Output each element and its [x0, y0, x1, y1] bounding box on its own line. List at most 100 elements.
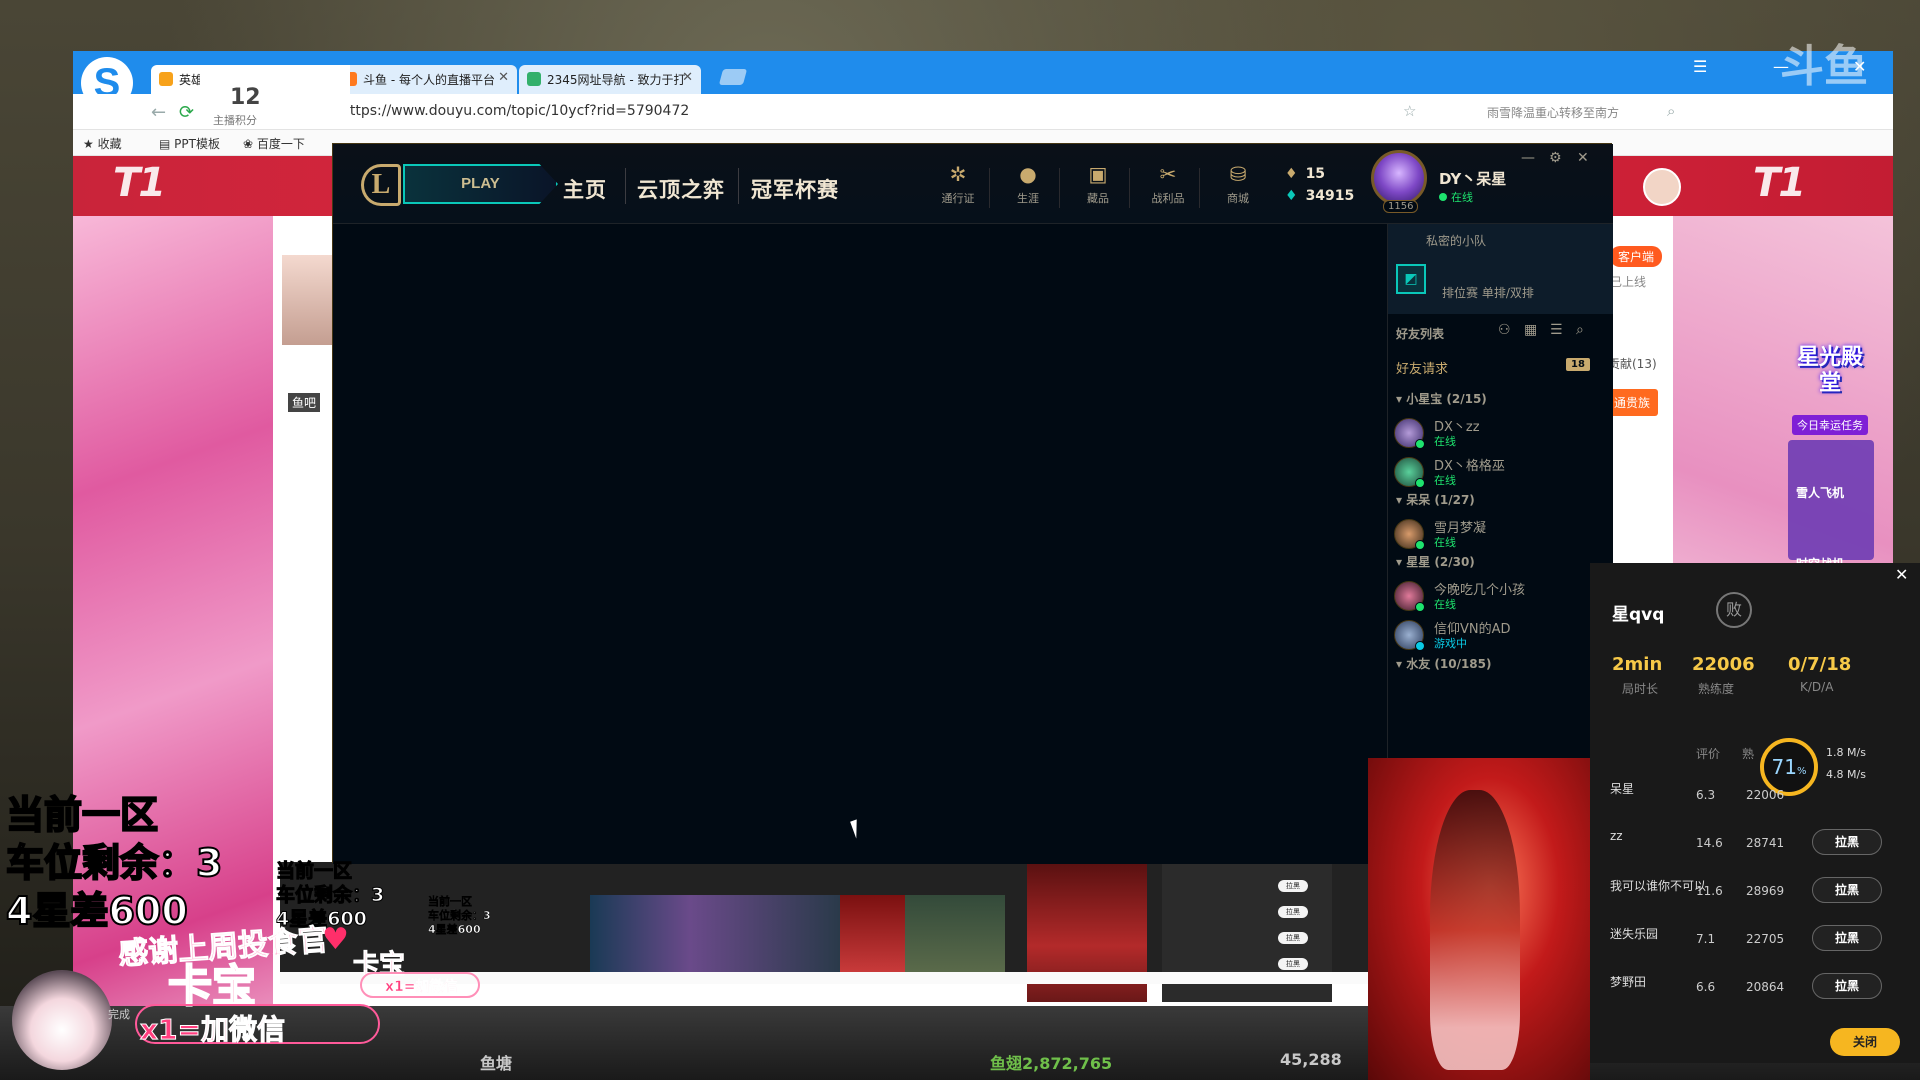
profile-status: 在线 — [1439, 189, 1473, 205]
row-rating: 11.6 — [1696, 884, 1723, 898]
table-row: 迷失乐园 — [1610, 927, 1659, 941]
friend-group-header[interactable]: ▾ 小星宝 (2/15) — [1396, 390, 1487, 407]
search-icon[interactable]: ⌕ — [1667, 102, 1675, 120]
block-button[interactable]: 拉黑 — [1812, 925, 1882, 951]
pass-button[interactable]: ✲ 通行证 — [929, 162, 987, 214]
window-menu-icon[interactable]: ☰ — [1693, 57, 1707, 76]
friend-requests[interactable]: 好友请求 — [1396, 358, 1448, 377]
bookmark-ppt[interactable]: ▤ PPT模板 — [159, 135, 220, 152]
friend-requests-count: 18 — [1566, 358, 1590, 371]
store-button[interactable]: ⛁ 商城 — [1209, 162, 1267, 214]
refresh-icon[interactable]: ⟳ — [179, 102, 194, 123]
user-avatar[interactable] — [1643, 168, 1681, 206]
row-rating: 14.6 — [1696, 836, 1723, 850]
tab-close-icon[interactable]: ✕ — [498, 70, 509, 85]
bookmark-favorites[interactable]: ★ 收藏 — [83, 135, 122, 152]
close-icon[interactable]: ✕ — [1577, 150, 1589, 166]
nav-clash[interactable]: 冠军杯赛 — [751, 174, 839, 204]
mini-pull-button: 拉黑 — [1278, 932, 1308, 944]
party-mode[interactable]: 排位赛 单排/双排 — [1442, 284, 1534, 301]
pass-icon: ✲ — [949, 162, 967, 186]
contribution-count[interactable]: 贡献(13) — [1608, 355, 1657, 372]
gift-item[interactable]: 雪人飞机 — [1796, 484, 1844, 501]
proficiency-label: 熟练度 — [1698, 682, 1735, 696]
noble-button[interactable]: 通贵族 — [1606, 389, 1659, 416]
rating-column-header: 评价 — [1696, 747, 1721, 761]
fish-bar-label[interactable]: 鱼吧 — [288, 393, 321, 412]
lol-client-window: L PLAY 主页 云顶之弈 冠军杯赛 ✲ 通行证 ● 生涯 ▣ 藏品 ✂ 战利… — [332, 143, 1613, 864]
loot-button[interactable]: ✂ 战利品 — [1139, 162, 1197, 214]
party-title: 私密的小队 — [1426, 234, 1487, 248]
mini-pull-button: 拉黑 — [1278, 958, 1308, 970]
nav-tft[interactable]: 云顶之弈 — [637, 174, 725, 204]
friend-avatar[interactable] — [1394, 519, 1425, 550]
anchor-avatar[interactable] — [282, 255, 332, 345]
douyu-watermark: 斗鱼 — [1780, 41, 1868, 92]
table-row: 呆星 — [1610, 782, 1635, 796]
overlay-slots-text: 车位剩余：3 — [275, 884, 385, 907]
tab-close-icon[interactable]: ✕ — [682, 70, 693, 85]
overlay-server-text: 当前一区 — [275, 860, 353, 883]
tab-favicon-icon — [527, 72, 541, 86]
nav-home[interactable]: 主页 — [563, 174, 607, 204]
overlay-wechat-text: x1=加微信 — [385, 979, 458, 996]
online-text: 已上线 — [1610, 275, 1647, 289]
star-icon[interactable]: ☆ — [1403, 102, 1416, 120]
tab-2345[interactable]: 2345网址导航 - 致力于打 ✕ — [519, 65, 701, 94]
friend-group-header[interactable]: ▾ 水友 (10/185) — [1396, 655, 1491, 672]
row-proficiency: 28969 — [1746, 884, 1785, 898]
webcam-figure — [1430, 790, 1520, 1070]
search-input[interactable]: 雨雪降温重心转移至南方 — [1461, 100, 1661, 124]
profile-avatar[interactable] — [1371, 150, 1427, 206]
fans-count: 45,288 — [1280, 1050, 1342, 1069]
settings-gear-icon[interactable]: ⚙ — [1549, 150, 1562, 166]
friend-avatar[interactable] — [1394, 418, 1425, 449]
lol-logo-icon: L — [361, 164, 401, 206]
friend-avatar[interactable] — [1394, 620, 1425, 651]
play-button[interactable]: PLAY — [403, 164, 558, 204]
fish-fin-count: 鱼翅2,872,765 — [990, 1054, 1113, 1073]
row-rating: 7.1 — [1696, 932, 1716, 946]
riot-points[interactable]: ♦ 15 — [1285, 166, 1325, 182]
back-icon[interactable]: ← — [151, 102, 166, 123]
close-icon[interactable]: ✕ — [1895, 565, 1908, 584]
t1-logo-left-icon: T1 — [113, 160, 166, 206]
friend-group-header[interactable]: ▾ 呆呆 (1/27) — [1396, 491, 1475, 508]
add-folder-icon[interactable]: ▦ — [1524, 322, 1537, 338]
starlight-hall-title[interactable]: 星光殿堂 — [1790, 345, 1870, 425]
minimize-icon[interactable]: — — [1521, 150, 1535, 166]
bookmark-baidu[interactable]: ❀ 百度一下 — [243, 135, 305, 152]
starlight-tag: 今日幸运任务 — [1792, 415, 1868, 435]
kda-label: K/D/A — [1800, 680, 1834, 694]
url-input[interactable]: https://www.douyu.com/topic/10ycf?rid=57… — [313, 98, 1373, 126]
block-button[interactable]: 拉黑 — [1812, 829, 1882, 855]
profile-button[interactable]: ● 生涯 — [999, 162, 1057, 214]
anchor-score-value: 12 — [230, 85, 261, 110]
add-friend-icon[interactable]: ⚇ — [1498, 322, 1511, 338]
icon-divider — [1199, 168, 1200, 208]
list-view-icon[interactable]: ☰ — [1550, 322, 1563, 338]
friend-avatar[interactable] — [1394, 581, 1425, 612]
blue-essence[interactable]: ♦ 34915 — [1285, 188, 1354, 204]
friend-group-header[interactable]: ▾ 星星 (2/30) — [1396, 553, 1475, 570]
new-tab-button[interactable] — [718, 69, 748, 85]
block-button[interactable]: 拉黑 — [1812, 973, 1882, 999]
map-thumbnail — [905, 895, 1005, 972]
party-box: 私密的小队 ◩ 排位赛 单排/双排 — [1388, 224, 1613, 314]
client-badge[interactable]: 客户端 — [1610, 246, 1663, 267]
ranked-icon[interactable]: ◩ — [1396, 264, 1426, 294]
profile-icon: ● — [1019, 162, 1037, 186]
match-result-badge: 败 — [1716, 592, 1752, 628]
collection-button[interactable]: ▣ 藏品 — [1069, 162, 1127, 214]
close-button[interactable]: 关闭 — [1830, 1028, 1900, 1056]
tab-douyu[interactable]: 斗鱼 - 每个人的直播平台 ✕ — [335, 65, 517, 94]
search-icon[interactable]: ⌕ — [1576, 322, 1584, 338]
row-proficiency: 22705 — [1746, 932, 1785, 946]
proficiency-column-header: 熟 — [1742, 747, 1755, 761]
online-dot-icon — [1439, 193, 1447, 201]
overlay-wechat-text: x1=加微信 — [139, 1013, 286, 1047]
table-row: zz — [1610, 829, 1623, 843]
friend-avatar[interactable] — [1394, 457, 1425, 488]
rp-icon: ♦ — [1285, 166, 1298, 182]
block-button[interactable]: 拉黑 — [1812, 877, 1882, 903]
